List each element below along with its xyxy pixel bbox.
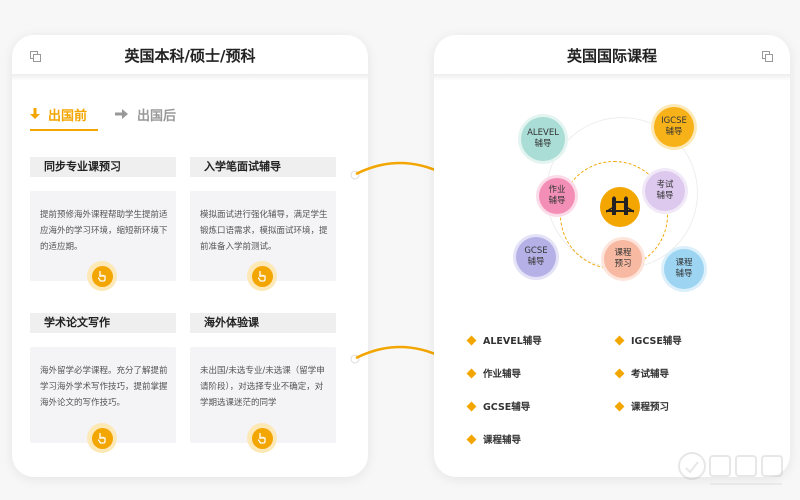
course-card-writing: 学术论文写作 海外留学必学课程。充分了解提前学习海外学术写作技巧，提前掌握海外论… [30, 313, 176, 453]
pointer-button[interactable] [247, 423, 277, 453]
hand-pointer-icon [257, 432, 266, 444]
bubble-alevel[interactable]: ALEVEL 辅导 [521, 117, 565, 161]
legend-item: IGCSE辅导 [614, 333, 682, 347]
center-bridge-icon [600, 187, 640, 227]
course-card-preview: 同步专业课预习 提前预修海外课程帮助学生提前适应海外的学习环境，缩短新环境下的适… [30, 157, 176, 291]
active-tab-indicator [30, 129, 98, 131]
card-title: 同步专业课预习 [30, 157, 176, 177]
legend-item: ALEVEL辅导 [466, 333, 542, 347]
bubble-homework[interactable]: 作业 辅导 [539, 178, 575, 214]
diamond-icon [466, 335, 477, 345]
diamond-icon [614, 401, 625, 411]
card-text: 未出国/未选专业/未选课（留学申请阶段），对选择专业不确定，对学期选课迷茫的同学 [200, 366, 325, 408]
study-abroad-panel: 英国本科/硕士/预科 出国前 出国后 同步专业课预习 提前预修海外课程帮助学生提… [12, 35, 368, 477]
hand-pointer-icon [97, 270, 106, 282]
hand-pointer-icon [97, 432, 106, 444]
pointer-button[interactable] [247, 261, 277, 291]
legend-item: 课程预习 [614, 399, 669, 413]
tab-label: 出国前 [48, 108, 88, 124]
diamond-icon [614, 368, 625, 378]
arrow-right-icon [115, 109, 128, 119]
card-title: 学术论文写作 [30, 313, 176, 333]
card-title: 入学笔面试辅导 [190, 157, 336, 177]
international-course-panel: 英国国际课程 ALEVEL 辅导 IGCSE 辅导 作业 辅导 考试 辅导 GCSE 辅导… [434, 35, 790, 477]
diamond-icon [614, 335, 625, 345]
diamond-icon [466, 434, 477, 444]
course-card-experience: 海外体验课 未出国/未选专业/未选课（留学申请阶段），对选择专业不确定，对学期选… [190, 313, 336, 453]
card-title: 海外体验课 [190, 313, 336, 333]
watermark-logo [678, 452, 783, 485]
legend-item: 考试辅导 [614, 366, 669, 380]
card-text: 模拟面试进行强化辅导，满足学生锻炼口语需求，模拟面试环境，提前准备入学前测试。 [200, 210, 328, 252]
bubble-gcse[interactable]: GCSE 辅导 [516, 237, 556, 277]
panel-title: 英国国际课程 [566, 47, 657, 65]
tab-label: 出国后 [137, 108, 177, 124]
diamond-icon [466, 401, 477, 411]
hand-pointer-icon [257, 270, 266, 282]
course-card-interview: 入学笔面试辅导 模拟面试进行强化辅导，满足学生锻炼口语需求，模拟面试环境，提前准… [190, 157, 336, 291]
panel-header: 英国国际课程 [434, 35, 790, 75]
legend-item: 课程辅导 [466, 432, 521, 446]
tab-after-departure[interactable]: 出国后 [115, 103, 176, 125]
legend-item: GCSE辅导 [466, 399, 530, 413]
bubble-preview[interactable]: 课程 预习 [604, 240, 642, 278]
panel-header: 英国本科/硕士/预科 [12, 35, 368, 75]
card-text: 提前预修海外课程帮助学生提前适应海外的学习环境，缩短新环境下的适应期。 [40, 210, 168, 252]
pointer-button[interactable] [87, 423, 117, 453]
diamond-icon [466, 368, 477, 378]
pointer-button[interactable] [87, 261, 117, 291]
header-shadow [434, 75, 790, 81]
bubble-tutoring[interactable]: 课程 辅导 [664, 249, 704, 289]
tower-bridge-icon [606, 196, 634, 215]
tab-before-departure[interactable]: 出国前 [30, 103, 87, 125]
bubble-exam[interactable]: 考试 辅导 [645, 171, 685, 211]
bubble-igcse[interactable]: IGCSE 辅导 [654, 107, 694, 147]
card-text: 海外留学必学课程。充分了解提前学习海外学术写作技巧，提前掌握海外论文的写作技巧。 [40, 366, 168, 408]
legend-item: 作业辅导 [466, 366, 521, 380]
panel-title: 英国本科/硕士/预科 [124, 47, 256, 65]
arrow-down-icon [30, 108, 40, 119]
header-shadow [12, 75, 368, 81]
